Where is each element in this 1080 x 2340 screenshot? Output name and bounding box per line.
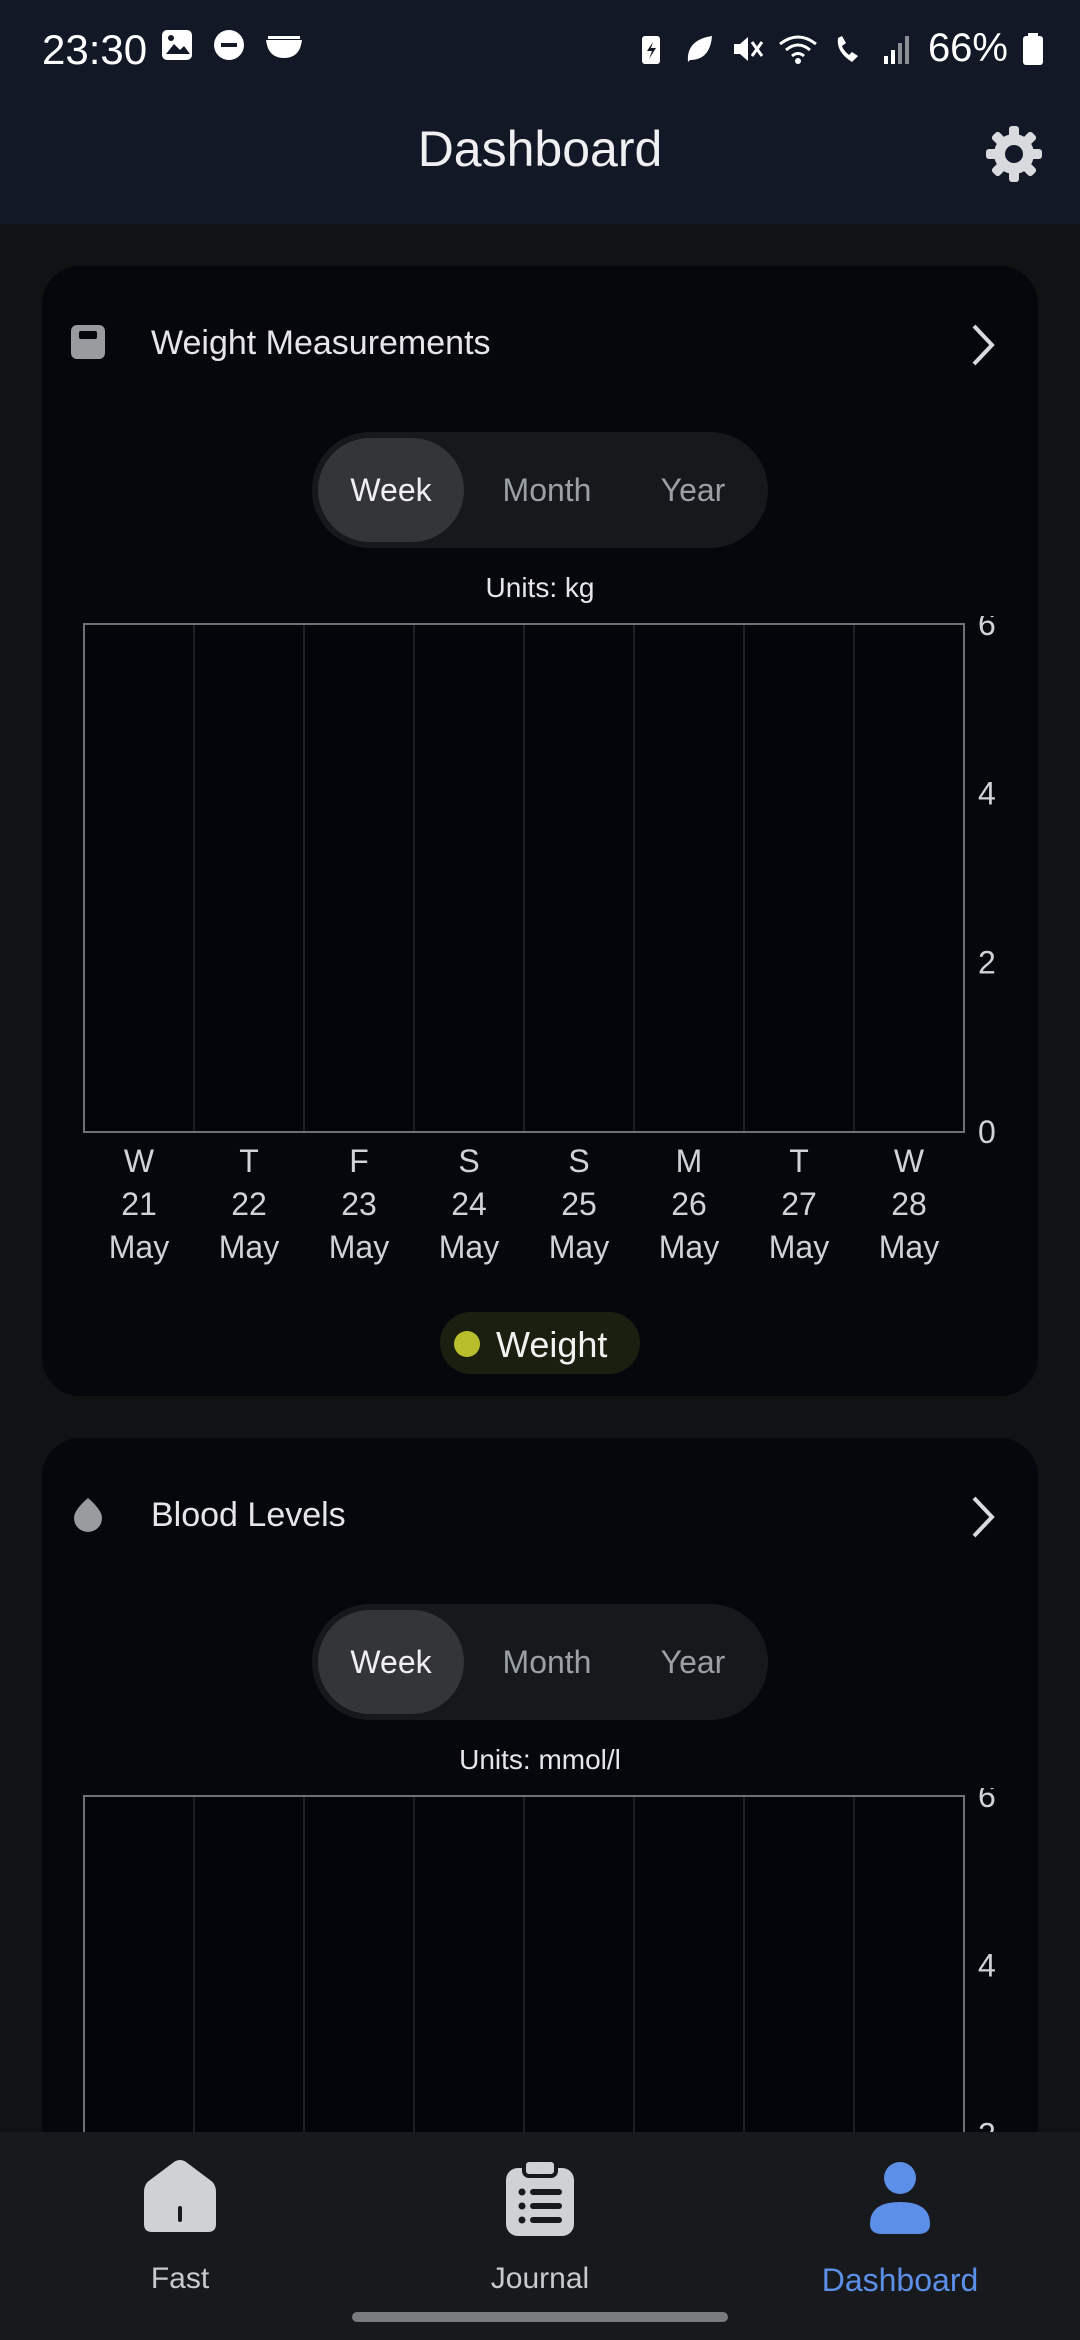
weight-chart-x-tick-line: May: [109, 1229, 169, 1265]
weight-chart-x-tick-line: 26: [671, 1186, 707, 1222]
weight-chart-x-tick-label: W 28 May: [879, 1143, 939, 1265]
weight-chart-x-tick-line: T: [789, 1143, 809, 1179]
weight-legend[interactable]: Weight: [440, 1312, 640, 1374]
scale-icon: [71, 325, 105, 359]
weight-chart-x-tick-line: S: [458, 1143, 479, 1179]
weight-chart-y-tick-label: 2: [978, 945, 996, 981]
wifi-calling-icon: [837, 35, 858, 62]
battery-icon: [1023, 32, 1043, 65]
weight-chart-x-tick-line: S: [568, 1143, 589, 1179]
tab-year[interactable]: Year: [624, 438, 762, 542]
status-bar: 23:30 66%: [0, 0, 1080, 100]
tab-year[interactable]: Year: [624, 1610, 762, 1714]
nav-label-fast: Fast: [150, 2262, 210, 2295]
weight-chart-x-tick-line: 28: [891, 1186, 927, 1222]
weight-chart-x-tick-label: S 25 May: [549, 1143, 609, 1265]
tab-month[interactable]: Month: [472, 1610, 622, 1714]
image-icon: [162, 30, 192, 60]
do-not-disturb-icon: [214, 30, 244, 60]
weight-chart-x-tick-line: 23: [341, 1186, 377, 1222]
battery-level: 66%: [927, 26, 1008, 70]
nav-label-journal: Journal: [490, 2262, 590, 2295]
blood-card-header[interactable]: Blood Levels: [66, 1486, 1014, 1546]
chevron-right-icon[interactable]: [960, 320, 1004, 370]
weight-card-title: Weight Measurements: [151, 324, 491, 362]
tab-week[interactable]: Week: [318, 1610, 464, 1714]
weight-chart-x-tick-label: S 24 May: [439, 1143, 499, 1265]
weight-chart-x-tick-line: 25: [561, 1186, 597, 1222]
mute-icon: [733, 36, 764, 61]
weight-chart-x-tick-line: May: [549, 1229, 609, 1265]
blood-units: Units: mmol/l: [459, 1744, 621, 1775]
weight-chart-x-tick-line: W: [894, 1143, 925, 1179]
weight-chart-x-tick-line: May: [329, 1229, 389, 1265]
blood-drop-icon: [74, 1498, 102, 1532]
weight-chart-x-tick-label: F 23 May: [329, 1143, 389, 1265]
chevron-right-icon[interactable]: [960, 1492, 1004, 1542]
weight-period-selector: Week Month Year: [312, 432, 768, 548]
blood-chart-y-tick-label: 6: [978, 1788, 996, 1814]
weight-chart-x-tick-line: F: [349, 1143, 369, 1179]
person-icon: [870, 2162, 930, 2234]
weight-card-header[interactable]: Weight Measurements: [66, 314, 1014, 374]
blood-chart-y-tick-label: 4: [978, 1947, 996, 1983]
weight-chart-x-tick-line: May: [439, 1229, 499, 1265]
weight-chart-x-tick-line: M: [676, 1143, 703, 1179]
weight-chart: 0246W 21 MayT 22 MayF 23 MayS 24 MayS 25 MayM 26 May…: [83, 616, 996, 1265]
weight-chart-x-tick-line: 24: [451, 1186, 487, 1222]
blood-period-selector: Week Month Year: [312, 1604, 768, 1720]
weight-chart-x-tick-line: May: [769, 1229, 829, 1265]
blood-card-title: Blood Levels: [151, 1496, 346, 1534]
clipboard-icon: [506, 2158, 574, 2236]
tab-week[interactable]: Week: [318, 438, 464, 542]
settings-gear-icon[interactable]: [982, 122, 1046, 186]
weight-units: Units: kg: [485, 572, 595, 603]
signal-icon: [883, 35, 909, 64]
weight-chart-x-tick-line: T: [239, 1143, 259, 1179]
weight-legend-label: Weight: [496, 1324, 608, 1365]
weight-chart-x-tick-label: T 27 May: [769, 1143, 829, 1265]
tab-month[interactable]: Month: [472, 438, 622, 542]
weight-chart-x-tick-line: May: [879, 1229, 939, 1265]
weight-legend-dot: [454, 1331, 480, 1357]
weight-chart-y-tick-label: 4: [978, 775, 996, 811]
weight-chart-x-tick-line: May: [219, 1229, 279, 1265]
leaf-icon: [687, 35, 712, 62]
nav-item-journal[interactable]: Journal: [360, 2158, 720, 2298]
weight-chart-x-tick-line: W: [124, 1143, 155, 1179]
weight-measurements-card: Weight Measurements Week Month Year Unit…: [42, 266, 1038, 1396]
notification-icons: [160, 28, 304, 62]
weight-chart-y-tick-label: 0: [978, 1114, 996, 1150]
app-bar: Dashboard: [0, 100, 1080, 224]
weight-chart-x-tick-line: 22: [231, 1186, 267, 1222]
weight-chart-x-tick-label: T 22 May: [219, 1143, 279, 1265]
page-title: Dashboard: [417, 121, 663, 177]
weight-chart-x-tick-label: M 26 May: [659, 1143, 719, 1265]
home-icon: [144, 2160, 216, 2232]
weight-chart-y-tick-label: 6: [978, 616, 996, 642]
weight-chart-x-tick-line: 27: [781, 1186, 817, 1222]
weight-chart-x-tick-line: 21: [121, 1186, 157, 1222]
weight-chart-x-tick-label: W 21 May: [109, 1143, 169, 1265]
bowl-icon: [266, 36, 302, 58]
nav-item-dashboard[interactable]: Dashboard: [720, 2158, 1080, 2298]
bottom-navigation: Fast Journal Dashboard: [0, 2132, 1080, 2340]
nav-label-dashboard: Dashboard: [821, 2262, 979, 2298]
wifi-icon: [779, 35, 817, 64]
weight-chart-x-tick-line: May: [659, 1229, 719, 1265]
system-icons: 66%: [634, 26, 1044, 71]
status-time: 23:30: [42, 26, 148, 73]
nav-item-fast[interactable]: Fast: [0, 2158, 360, 2298]
home-indicator[interactable]: [352, 2312, 728, 2322]
battery-saver-icon: [641, 35, 660, 64]
